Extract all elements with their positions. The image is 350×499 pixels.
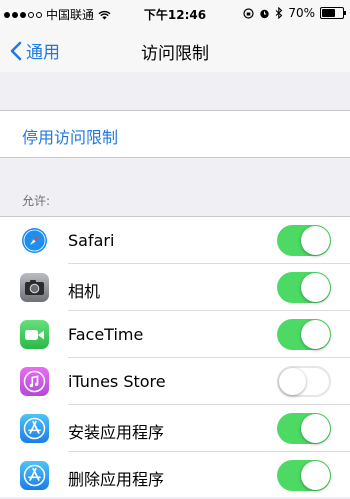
itunes-icon <box>20 367 49 396</box>
list-item-delete-apps: 删除应用程序 <box>0 452 350 499</box>
toggle-knob <box>279 368 306 395</box>
list-item-install-apps: 安装应用程序 <box>0 405 350 452</box>
battery-percent: 70% <box>288 6 315 20</box>
itunes-store-toggle[interactable] <box>277 366 331 397</box>
navigation-bar: 通用 访问限制 <box>0 26 350 73</box>
disable-restrictions-label: 停用访问限制 <box>22 128 119 147</box>
facetime-toggle[interactable] <box>277 319 331 350</box>
toggle-knob <box>301 273 330 302</box>
toggle-knob <box>301 461 330 490</box>
app-label: 删除应用程序 <box>68 470 165 489</box>
battery-icon <box>320 7 346 19</box>
rotation-lock-icon <box>243 7 254 19</box>
status-icons: 70% <box>243 6 346 20</box>
list-item-facetime: FaceTime <box>0 311 350 358</box>
toggle-knob <box>301 320 330 349</box>
install-apps-toggle[interactable] <box>277 413 331 444</box>
camera-toggle[interactable] <box>277 272 331 303</box>
safari-icon <box>20 226 49 255</box>
section-spacer <box>0 72 350 110</box>
list-item-camera: 相机 <box>0 264 350 311</box>
app-store-icon <box>20 414 49 443</box>
toggle-knob <box>301 414 330 443</box>
app-label: iTunes Store <box>68 372 166 391</box>
alarm-icon <box>260 9 270 18</box>
delete-apps-toggle[interactable] <box>277 460 331 491</box>
page-title: 访问限制 <box>141 44 209 64</box>
app-label: 相机 <box>68 282 101 301</box>
list-item-safari: Safari <box>0 217 350 264</box>
camera-icon <box>20 273 49 302</box>
app-label: Safari <box>68 231 115 250</box>
list-item-itunes-store: iTunes Store <box>0 358 350 405</box>
safari-toggle[interactable] <box>277 225 331 256</box>
bluetooth-icon <box>275 7 283 19</box>
app-store-icon <box>20 461 49 490</box>
app-label: 安装应用程序 <box>68 423 165 442</box>
allow-section-header: 允许: <box>22 194 51 208</box>
allow-list: Safari 相机 FaceTime iTunes Store 安装应用程序 删… <box>0 216 350 497</box>
disable-restrictions-button[interactable]: 停用访问限制 <box>0 110 350 158</box>
battery-fill <box>322 9 335 17</box>
app-label: FaceTime <box>68 325 144 344</box>
facetime-icon <box>20 320 49 349</box>
toggle-knob <box>301 226 330 255</box>
status-bar: 中国联通 下午12:46 70% <box>0 0 350 26</box>
